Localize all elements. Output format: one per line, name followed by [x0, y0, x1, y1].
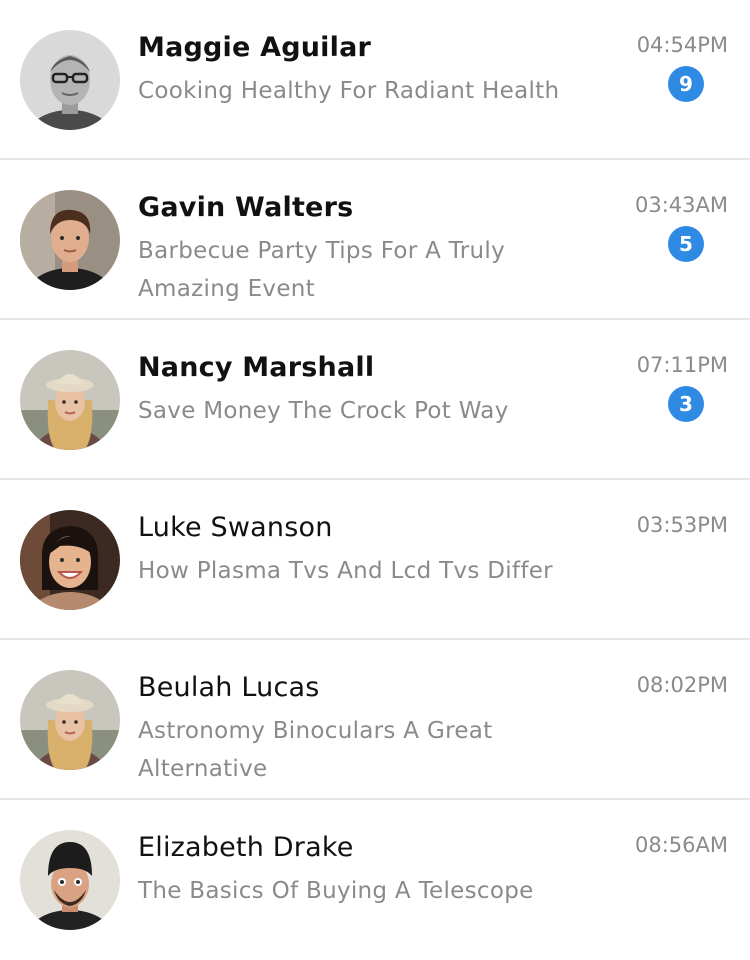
- contact-name: Beulah Lucas: [138, 672, 320, 703]
- avatar: [20, 510, 120, 610]
- message-time: 08:02PM: [636, 673, 728, 697]
- avatar: [20, 190, 120, 290]
- message-preview: Barbecue Party Tips For A Truly Amazing …: [138, 238, 506, 302]
- contact-name: Gavin Walters: [138, 192, 354, 223]
- message-time: 03:43AM: [634, 193, 728, 217]
- message-time: 04:54PM: [636, 33, 728, 57]
- contact-name: Elizabeth Drake: [138, 832, 354, 863]
- conversation-list: Maggie Aguilar Cooking Healthy For Radia…: [0, 0, 750, 960]
- message-preview: The Basics Of Buying A Telescope: [138, 878, 534, 904]
- message-time: 03:53PM: [636, 513, 728, 537]
- message-preview: How Plasma Tvs And Lcd Tvs Differ: [138, 558, 553, 584]
- message-preview: Cooking Healthy For Radiant Health: [138, 78, 560, 104]
- contact-name: Luke Swanson: [138, 512, 333, 543]
- unread-badge: 5: [668, 226, 704, 262]
- avatar: [20, 350, 120, 450]
- avatar: [20, 670, 120, 770]
- message-preview: Astronomy Binoculars A Great Alternative: [138, 718, 493, 782]
- message-preview: Save Money The Crock Pot Way: [138, 398, 509, 424]
- conversation-row-maggie-aguilar[interactable]: Maggie Aguilar Cooking Healthy For Radia…: [0, 0, 750, 160]
- conversation-row-nancy-marshall[interactable]: Nancy Marshall Save Money The Crock Pot …: [0, 320, 750, 480]
- conversation-row-luke-swanson[interactable]: Luke Swanson How Plasma Tvs And Lcd Tvs …: [0, 480, 750, 640]
- avatar: [20, 830, 120, 930]
- conversation-row-gavin-walters[interactable]: Gavin Walters Barbecue Party Tips For A …: [0, 160, 750, 320]
- conversation-row-beulah-lucas[interactable]: Beulah Lucas Astronomy Binoculars A Grea…: [0, 640, 750, 800]
- contact-name: Nancy Marshall: [138, 352, 375, 383]
- unread-badge: 3: [668, 386, 704, 422]
- contact-name: Maggie Aguilar: [138, 32, 371, 63]
- unread-badge: 9: [668, 66, 704, 102]
- avatar: [20, 30, 120, 130]
- message-time: 07:11PM: [636, 353, 728, 377]
- message-time: 08:56AM: [634, 833, 728, 857]
- conversation-row-elizabeth-drake[interactable]: Elizabeth Drake The Basics Of Buying A T…: [0, 800, 750, 960]
